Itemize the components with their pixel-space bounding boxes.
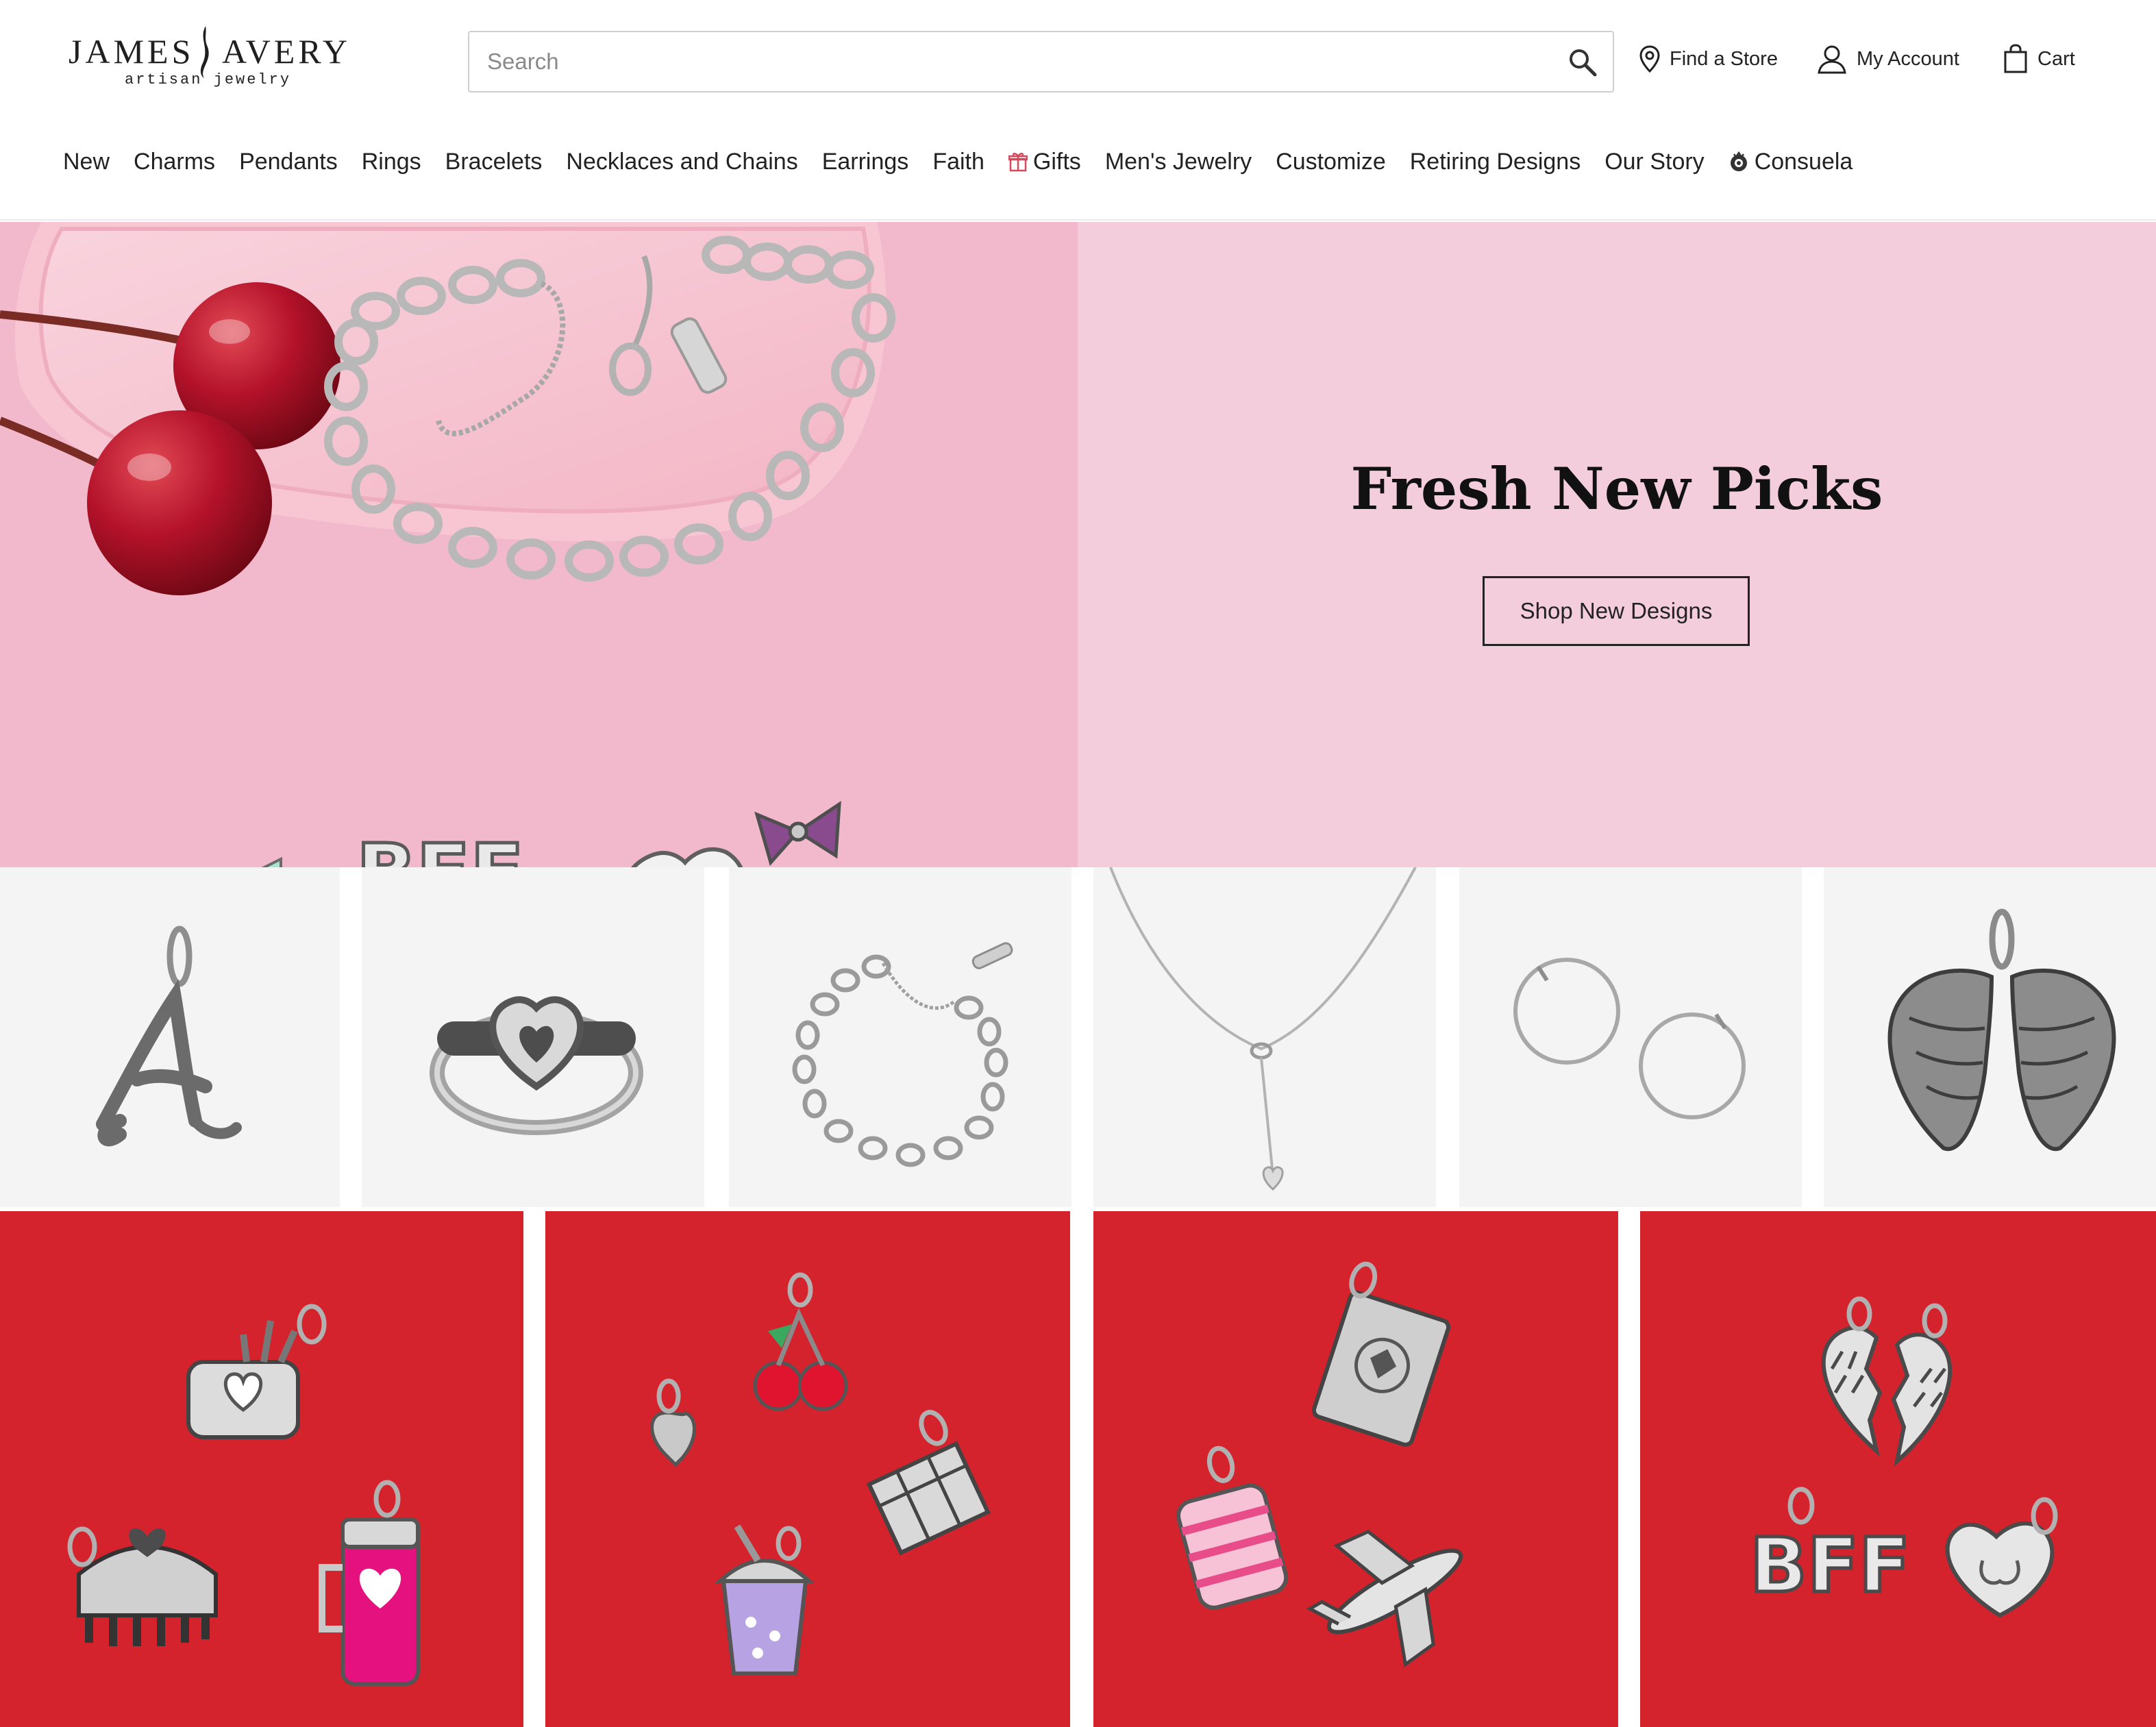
search-input[interactable]: [487, 32, 1542, 91]
nav-item-rings[interactable]: Rings: [362, 149, 421, 175]
category-tile-pendants[interactable]: [1824, 867, 2156, 1207]
my-account-label: My Account: [1857, 47, 1959, 70]
nav-item-our-story[interactable]: Our Story: [1604, 149, 1704, 175]
james-avery-logo[interactable]: JAMES AVERY artisan jewelry: [69, 25, 347, 93]
shop-new-designs-button[interactable]: Shop New Designs: [1483, 576, 1750, 646]
hero-title: Fresh New Picks: [1350, 455, 1883, 523]
my-account-link[interactable]: My Account: [1817, 40, 1959, 78]
nav-item-faith[interactable]: Faith: [932, 149, 984, 175]
hoop-earrings-image: [1513, 958, 1746, 1119]
logo-wordmark-left: JAMES: [69, 32, 195, 71]
charm-bracelet-photo: BFF: [0, 222, 1078, 867]
gift-icon: [1008, 153, 1028, 172]
user-icon: [1818, 45, 1846, 74]
main-navigation: New Charms Pendants Rings Bracelets Neck…: [63, 141, 1876, 182]
nav-item-new[interactable]: New: [63, 149, 110, 175]
nav-item-charms[interactable]: Charms: [134, 149, 215, 175]
charm-collections-grid: BFF: [0, 1211, 2156, 1727]
consuela-logo-icon: [1730, 151, 1747, 171]
cart-link[interactable]: Cart: [2003, 40, 2075, 78]
initial-charm-image: [96, 925, 242, 1147]
svg-text:BFF: BFF: [356, 828, 524, 867]
nav-item-consuela[interactable]: Consuela: [1728, 149, 1853, 175]
charm-collection-card-friendship[interactable]: BFF: [1640, 1211, 2156, 1727]
treat-charms-photo: [545, 1211, 1070, 1727]
hero-image-charm-bracelet[interactable]: BFF: [0, 222, 1078, 867]
logo-tagline: artisan jewelry: [125, 71, 292, 88]
logo-wordmark-right: AVERY: [222, 32, 351, 71]
hero-promo-panel: Fresh New Picks Shop New Designs: [1078, 222, 2156, 867]
nav-item-mens-jewelry[interactable]: Men's Jewelry: [1105, 149, 1252, 175]
nav-item-gifts[interactable]: Gifts: [1008, 149, 1081, 175]
location-pin-icon: [1639, 45, 1660, 73]
charm-collection-card-accessories[interactable]: [0, 1211, 523, 1727]
hero-banner: BFF Fresh New Picks S: [0, 222, 2156, 867]
heart-ring-image: [430, 996, 643, 1135]
nav-item-necklaces-and-chains[interactable]: Necklaces and Chains: [566, 149, 797, 175]
lariat-necklace-image: [1109, 867, 1417, 1191]
category-tile-rings[interactable]: [362, 867, 704, 1207]
search-bar: [468, 31, 1614, 92]
charm-collection-card-treats[interactable]: [545, 1211, 1070, 1727]
find-store-link[interactable]: Find a Store: [1639, 40, 1778, 78]
category-tile-bracelets[interactable]: [729, 867, 1071, 1207]
site-header: JAMES AVERY artisan jewelry Find a Store…: [0, 0, 2156, 221]
search-icon[interactable]: [1568, 47, 1598, 77]
category-tile-necklaces[interactable]: [1093, 867, 1436, 1207]
friendship-charms-photo: BFF: [1640, 1211, 2156, 1727]
category-tile-earrings[interactable]: [1459, 867, 1802, 1207]
nav-item-bracelets[interactable]: Bracelets: [445, 149, 543, 175]
svg-text:BFF: BFF: [1750, 1521, 1910, 1609]
cart-label: Cart: [2037, 47, 2075, 70]
category-tiles: [0, 867, 2156, 1208]
shopping-bag-icon: [2004, 44, 2027, 73]
charm-bracelet-image: [792, 942, 1013, 1167]
find-store-label: Find a Store: [1670, 47, 1778, 70]
nav-item-retiring-designs[interactable]: Retiring Designs: [1410, 149, 1581, 175]
travel-charms-photo: [1093, 1211, 1618, 1727]
nav-item-earrings[interactable]: Earrings: [822, 149, 909, 175]
nav-item-customize[interactable]: Customize: [1276, 149, 1386, 175]
category-tile-initial-charm[interactable]: [0, 867, 340, 1207]
accessory-charms-photo: [0, 1211, 523, 1727]
angel-wings-pendant-image: [1887, 908, 2116, 1152]
charm-collection-card-travel[interactable]: [1093, 1211, 1618, 1727]
nav-item-pendants[interactable]: Pendants: [239, 149, 338, 175]
